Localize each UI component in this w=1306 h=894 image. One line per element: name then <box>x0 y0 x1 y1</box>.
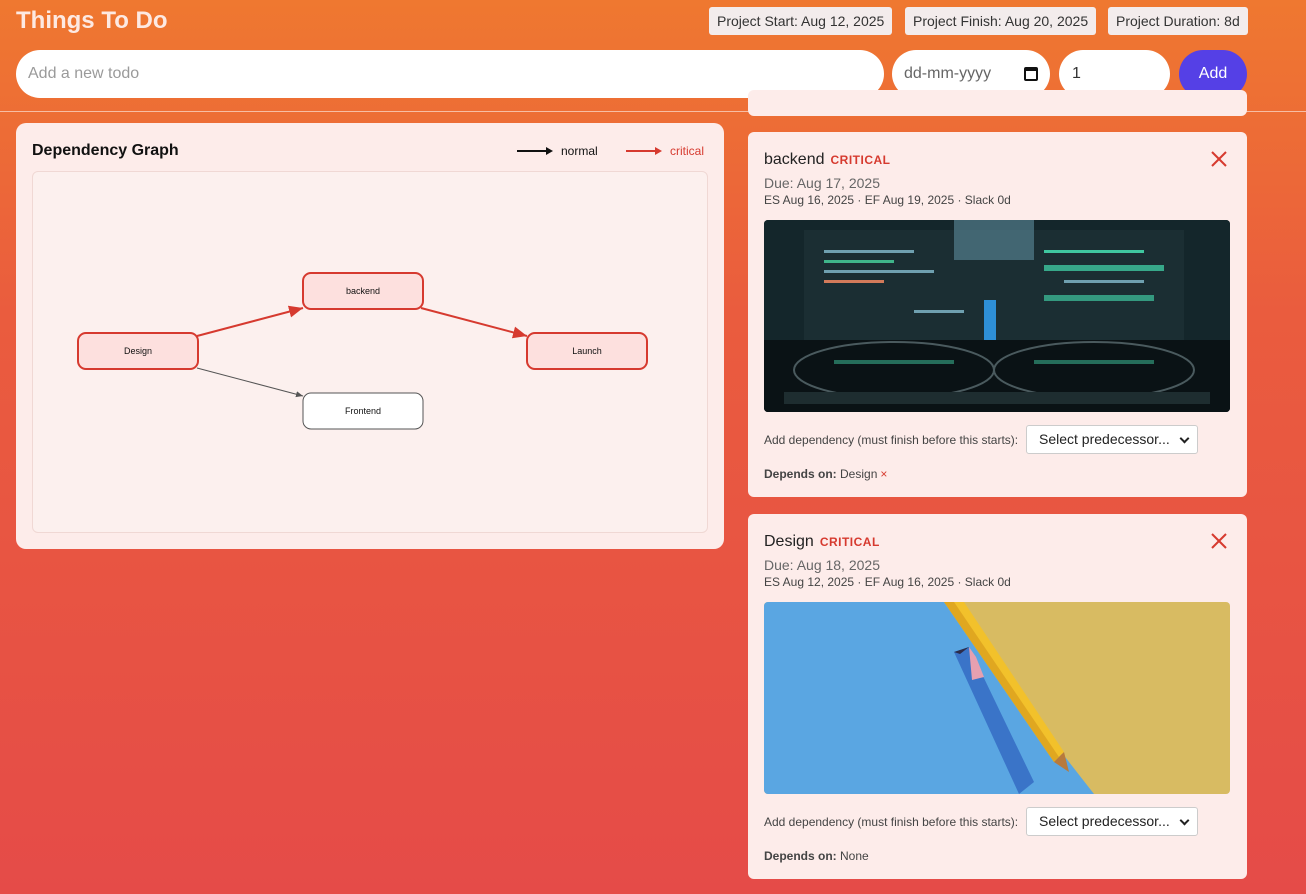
project-start-badge: Project Start: Aug 12, 2025 <box>709 7 893 35</box>
graph-svg: backend Design Launch Frontend <box>77 272 648 430</box>
node-label: Launch <box>572 346 602 356</box>
duration-value: 1 <box>1072 65 1081 82</box>
todo-title: backend <box>764 151 825 168</box>
project-duration-badge: Project Duration: 8d <box>1108 7 1248 35</box>
graph-node-backend[interactable]: backend <box>302 272 424 310</box>
code-screen-image <box>764 220 1230 412</box>
depends-on: Depends on: None <box>764 849 869 863</box>
edge-backend-launch <box>420 307 528 339</box>
depends-on-label: Depends on: <box>764 849 837 863</box>
edge-design-frontend <box>196 367 304 398</box>
predecessor-select[interactable]: Select predecessor... <box>1026 807 1198 836</box>
todo-title: Design <box>764 533 814 550</box>
add-dependency-label: Add dependency (must finish before this … <box>764 815 1019 829</box>
pencils-image <box>764 602 1230 794</box>
graph-node-frontend[interactable]: Frontend <box>302 392 424 430</box>
add-dependency-label: Add dependency (must finish before this … <box>764 433 1019 447</box>
dependency-graph-panel: Dependency Graph normal critical backend <box>16 123 724 549</box>
legend-critical: critical <box>626 144 704 158</box>
app-title: Things To Do <box>16 7 168 34</box>
card-title: Design CRITICAL <box>764 533 880 551</box>
critical-arrow-icon <box>626 147 662 155</box>
date-placeholder: dd-mm-yyyy <box>904 65 992 82</box>
calendar-icon[interactable] <box>1024 67 1038 81</box>
critical-badge: CRITICAL <box>830 153 891 167</box>
normal-arrow-icon <box>517 147 553 155</box>
todo-card-partial <box>748 90 1247 116</box>
graph-canvas: backend Design Launch Frontend <box>32 171 708 533</box>
node-label: Design <box>124 346 152 356</box>
critical-badge: CRITICAL <box>819 535 880 549</box>
depends-on: Depends on: Design × <box>764 467 887 481</box>
due-date: Due: Aug 17, 2025 <box>764 175 880 191</box>
depends-on-label: Depends on: <box>764 467 837 481</box>
todo-card: backend CRITICAL Due: Aug 17, 2025 ES Aug… <box>748 132 1247 497</box>
dependency-item: None <box>840 849 869 863</box>
legend-normal-label: normal <box>561 144 598 158</box>
graph-title: Dependency Graph <box>32 142 179 159</box>
node-label: backend <box>346 286 380 296</box>
close-icon[interactable] <box>1209 149 1229 169</box>
node-label: Frontend <box>345 406 381 416</box>
graph-node-design[interactable]: Design <box>77 332 199 370</box>
edge-design-backend <box>196 305 304 337</box>
remove-dependency-icon[interactable]: × <box>880 467 887 481</box>
schedule-info: ES Aug 16, 2025 · EF Aug 19, 2025 · Slac… <box>764 193 1011 207</box>
dependency-item: Design <box>840 467 878 481</box>
graph-node-launch[interactable]: Launch <box>526 332 648 370</box>
project-finish-badge: Project Finish: Aug 20, 2025 <box>905 7 1097 35</box>
legend-critical-label: critical <box>670 144 705 158</box>
schedule-info: ES Aug 12, 2025 · EF Aug 16, 2025 · Slac… <box>764 575 1011 589</box>
due-date: Due: Aug 18, 2025 <box>764 557 880 573</box>
close-icon[interactable] <box>1209 531 1229 551</box>
card-title: backend CRITICAL <box>764 151 891 169</box>
legend-normal: normal <box>517 144 598 158</box>
predecessor-select[interactable]: Select predecessor... <box>1026 425 1198 454</box>
todo-card: Design CRITICAL Due: Aug 18, 2025 ES Aug … <box>748 514 1247 879</box>
